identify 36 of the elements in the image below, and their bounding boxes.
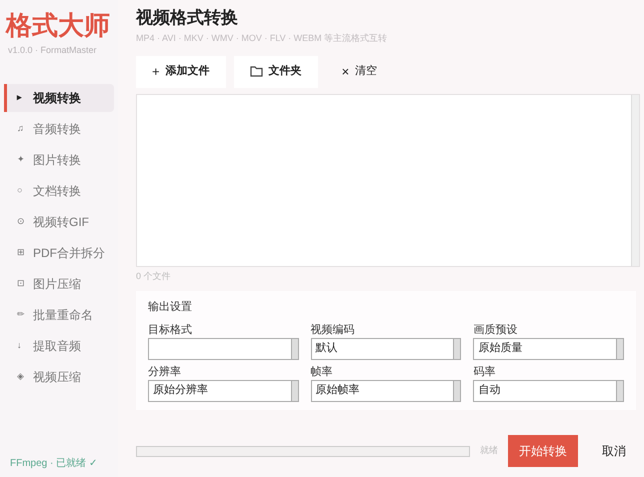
format-subtitle: MP4 · AVI · MKV · WMV · MOV · FLV · WEBM 等主流格式互转 — [136, 32, 388, 45]
status-text: 就绪 — [480, 444, 498, 458]
sidebar-item[interactable]: ✏ 批量重命名 — [4, 300, 114, 328]
field-label: 画质预设 — [473, 322, 518, 336]
field-label: 视频编码 — [310, 322, 356, 336]
sidebar-item[interactable]: ◈ 视频压缩 — [4, 362, 114, 390]
folder-icon — [250, 66, 263, 77]
section-title: 输出设置 — [148, 300, 193, 315]
status-text: FFmpeg · 已就绪 ✓ — [9, 456, 98, 471]
app-logo: 格式大师 — [4, 9, 111, 42]
select-field[interactable]: 默认 — [310, 338, 462, 360]
file-count: 0 个文件 — [136, 270, 172, 282]
field-label: 分辨率 — [148, 364, 182, 378]
sidebar-item[interactable]: ⊡ 图片压缩 — [4, 270, 114, 298]
sidebar-item[interactable]: ✦ 图片转换 — [4, 146, 114, 174]
sidebar-item[interactable]: ⊞ PDF合并拆分 — [4, 238, 114, 266]
sidebar-item[interactable]: ♫ 音频转换 — [4, 114, 114, 142]
page-title: 视频格式转换 — [136, 7, 239, 29]
select-field[interactable]: 原始帧率 — [310, 380, 462, 402]
toolbar-button[interactable]: + 添加文件 — [136, 56, 226, 88]
field-label: 码率 — [473, 364, 496, 378]
start-button[interactable]: 开始转换 — [508, 435, 578, 467]
field-label: 目标格式 — [148, 322, 193, 336]
select-field[interactable] — [148, 338, 299, 360]
toolbar-button[interactable]: × 清空 — [326, 56, 394, 88]
sidebar-item[interactable]: ○ 文档转换 — [4, 176, 114, 204]
sidebar-item[interactable]: ↓ 提取音频 — [4, 332, 114, 360]
cancel-button[interactable]: 取消 — [588, 435, 640, 467]
field-label: 帧率 — [310, 364, 334, 378]
select-field[interactable]: 原始质量 — [473, 338, 624, 360]
toolbar-button[interactable]: 文件夹 — [234, 56, 318, 88]
sidebar-item[interactable]: ▸ 视频转换 — [4, 84, 114, 112]
sidebar-item[interactable]: ⊙ 视频转GIF — [4, 208, 114, 236]
select-field[interactable]: 自动 — [473, 380, 624, 402]
select-field[interactable]: 原始分辨率 — [148, 380, 299, 402]
version-text: v1.0.0 · FormatMaster — [7, 44, 98, 57]
